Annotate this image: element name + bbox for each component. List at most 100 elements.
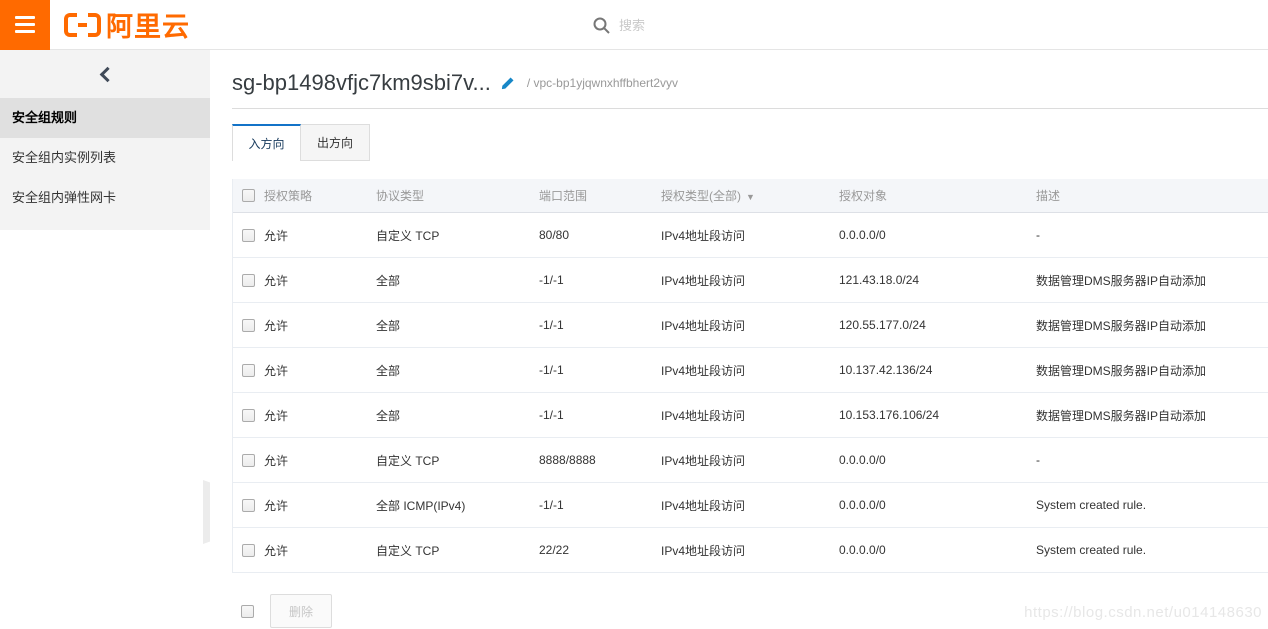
select-all-cell xyxy=(233,189,264,202)
filter-caret-icon[interactable]: ▼ xyxy=(746,192,755,202)
page-header: sg-bp1498vfjc7km9sbi7v... / vpc-bp1yjqwn… xyxy=(232,50,1268,109)
logo-bracket-icon xyxy=(64,13,77,37)
table-cell: 全部 xyxy=(376,407,539,424)
top-bar: 阿里云 xyxy=(0,0,1268,50)
table-header-row: 授权策略协议类型端口范围授权类型(全部)▼授权对象描述 xyxy=(233,179,1268,213)
table-cell: - xyxy=(1036,453,1268,467)
table-cell: 121.43.18.0/24 xyxy=(839,273,1036,287)
sidebar-item[interactable]: 安全组规则 xyxy=(0,98,210,138)
table-cell: 允许 xyxy=(264,497,376,514)
table-cell: -1/-1 xyxy=(539,363,661,377)
table-cell: 全部 xyxy=(376,272,539,289)
sidebar-back-button[interactable] xyxy=(0,50,210,98)
row-checkbox[interactable] xyxy=(242,499,255,512)
table-cell: IPv4地址段访问 xyxy=(661,452,839,469)
edit-icon[interactable] xyxy=(500,76,515,91)
logo-dash-icon xyxy=(78,23,87,27)
column-header: 端口范围 xyxy=(539,187,661,204)
table-row: 允许全部-1/-1IPv4地址段访问120.55.177.0/24数据管理DMS… xyxy=(233,303,1268,348)
table-cell: -1/-1 xyxy=(539,273,661,287)
table-cell: 0.0.0.0/0 xyxy=(839,228,1036,242)
footer-select-checkbox[interactable] xyxy=(241,605,254,618)
table-cell: 允许 xyxy=(264,452,376,469)
row-select-cell xyxy=(233,544,264,557)
search-icon xyxy=(593,17,610,34)
row-checkbox[interactable] xyxy=(242,274,255,287)
table-row: 允许全部-1/-1IPv4地址段访问121.43.18.0/24数据管理DMS服… xyxy=(233,258,1268,303)
table-cell: 自定义 TCP xyxy=(376,227,539,244)
row-select-cell xyxy=(233,274,264,287)
row-checkbox[interactable] xyxy=(242,409,255,422)
table-cell: 数据管理DMS服务器IP自动添加 xyxy=(1036,362,1268,379)
table-cell: 10.153.176.106/24 xyxy=(839,408,1036,422)
table-cell: IPv4地址段访问 xyxy=(661,362,839,379)
table-cell: System created rule. xyxy=(1036,543,1268,557)
global-search xyxy=(593,0,799,50)
table-cell: -1/-1 xyxy=(539,408,661,422)
table-cell: 允许 xyxy=(264,272,376,289)
column-header: 协议类型 xyxy=(376,187,539,204)
logo-bracket-icon xyxy=(88,13,101,37)
table-cell: IPv4地址段访问 xyxy=(661,317,839,334)
row-checkbox[interactable] xyxy=(242,544,255,557)
table-cell: 数据管理DMS服务器IP自动添加 xyxy=(1036,407,1268,424)
row-select-cell xyxy=(233,364,264,377)
table-cell: 数据管理DMS服务器IP自动添加 xyxy=(1036,272,1268,289)
table-cell: 0.0.0.0/0 xyxy=(839,498,1036,512)
table-cell: 8888/8888 xyxy=(539,453,661,467)
table-cell: System created rule. xyxy=(1036,498,1268,512)
aliyun-logo: 阿里云 xyxy=(64,5,190,44)
table-cell: 自定义 TCP xyxy=(376,542,539,559)
table-row: 允许自定义 TCP80/80IPv4地址段访问0.0.0.0/0- xyxy=(233,213,1268,258)
table-cell: 全部 ICMP(IPv4) xyxy=(376,497,539,514)
sidebar-item[interactable]: 安全组内弹性网卡 xyxy=(0,178,210,218)
table-cell: -1/-1 xyxy=(539,498,661,512)
table-cell: 自定义 TCP xyxy=(376,452,539,469)
table-cell: 数据管理DMS服务器IP自动添加 xyxy=(1036,317,1268,334)
row-select-cell xyxy=(233,319,264,332)
table-cell: 0.0.0.0/0 xyxy=(839,453,1036,467)
main-content: sg-bp1498vfjc7km9sbi7v... / vpc-bp1yjqwn… xyxy=(210,50,1268,629)
row-checkbox[interactable] xyxy=(242,364,255,377)
column-header[interactable]: 授权类型(全部)▼ xyxy=(661,187,839,204)
search-input[interactable] xyxy=(619,18,799,33)
row-checkbox[interactable] xyxy=(242,454,255,467)
table-cell: 全部 xyxy=(376,362,539,379)
row-select-cell xyxy=(233,409,264,422)
table-cell: 80/80 xyxy=(539,228,661,242)
row-checkbox[interactable] xyxy=(242,229,255,242)
table-cell: 10.137.42.136/24 xyxy=(839,363,1036,377)
column-header: 描述 xyxy=(1036,187,1268,204)
hamburger-menu-button[interactable] xyxy=(0,0,50,50)
table-cell: IPv4地址段访问 xyxy=(661,542,839,559)
table-cell: 允许 xyxy=(264,362,376,379)
row-checkbox[interactable] xyxy=(242,319,255,332)
row-select-cell xyxy=(233,229,264,242)
sidebar-item[interactable]: 安全组内实例列表 xyxy=(0,138,210,178)
table-row: 允许自定义 TCP22/22IPv4地址段访问0.0.0.0/0System c… xyxy=(233,528,1268,573)
watermark: https://blog.csdn.net/u014148630 xyxy=(1024,604,1262,621)
table-cell: IPv4地址段访问 xyxy=(661,407,839,424)
table-cell: IPv4地址段访问 xyxy=(661,497,839,514)
delete-button[interactable]: 删除 xyxy=(270,594,332,628)
sidebar: 安全组规则安全组内实例列表安全组内弹性网卡 xyxy=(0,50,210,230)
direction-tabs: 入方向出方向 xyxy=(232,124,1268,161)
table-cell: 120.55.177.0/24 xyxy=(839,318,1036,332)
table-row: 允许全部 ICMP(IPv4)-1/-1IPv4地址段访问0.0.0.0/0Sy… xyxy=(233,483,1268,528)
breadcrumb: / vpc-bp1yjqwnxhffbhert2vyv xyxy=(527,76,678,90)
table-cell: 0.0.0.0/0 xyxy=(839,543,1036,557)
security-rules-table: 授权策略协议类型端口范围授权类型(全部)▼授权对象描述 允许自定义 TCP80/… xyxy=(232,179,1268,573)
table-cell: 22/22 xyxy=(539,543,661,557)
tab[interactable]: 入方向 xyxy=(232,124,301,161)
table-cell: 全部 xyxy=(376,317,539,334)
tab[interactable]: 出方向 xyxy=(301,124,370,161)
table-row: 允许自定义 TCP8888/8888IPv4地址段访问0.0.0.0/0- xyxy=(233,438,1268,483)
table-row: 允许全部-1/-1IPv4地址段访问10.137.42.136/24数据管理DM… xyxy=(233,348,1268,393)
page-title: sg-bp1498vfjc7km9sbi7v... xyxy=(232,70,491,96)
table-cell: 允许 xyxy=(264,317,376,334)
table-cell: 允许 xyxy=(264,227,376,244)
table-cell: 允许 xyxy=(264,542,376,559)
table-cell: - xyxy=(1036,228,1268,242)
row-select-cell xyxy=(233,499,264,512)
select-all-checkbox[interactable] xyxy=(242,189,255,202)
